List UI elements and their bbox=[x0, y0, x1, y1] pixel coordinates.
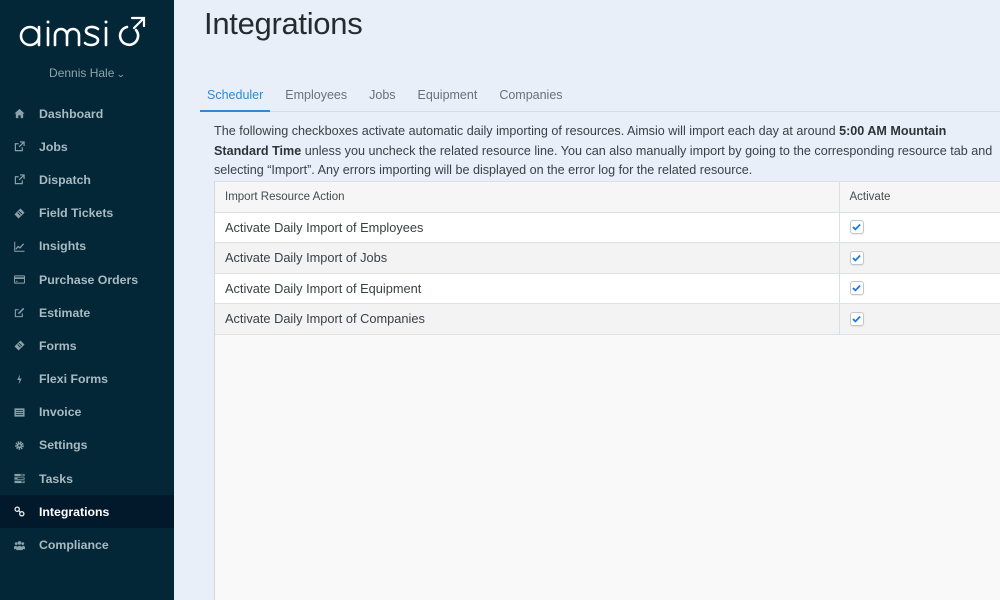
sidebar-item-label: Tasks bbox=[39, 471, 73, 486]
page-title: Integrations bbox=[204, 6, 363, 41]
line-chart-icon bbox=[12, 241, 26, 252]
home-icon bbox=[12, 108, 26, 119]
sidebar-item-label: Compliance bbox=[39, 538, 109, 553]
tab-bar: Scheduler Employees Jobs Equipment Compa… bbox=[200, 80, 1000, 112]
sidebar-item-purchase-orders[interactable]: Purchase Orders bbox=[0, 263, 174, 296]
aimsio-logo[interactable] bbox=[18, 14, 148, 50]
sidebar-item-label: Jobs bbox=[39, 139, 68, 154]
sidebar-item-flexi-forms[interactable]: Flexi Forms bbox=[0, 363, 174, 396]
sidebar-item-label: Settings bbox=[39, 438, 88, 453]
table-header-row: Import Resource Action Activate bbox=[215, 182, 1000, 213]
sidebar-item-insights[interactable]: Insights bbox=[0, 230, 174, 263]
column-header-activate: Activate bbox=[838, 182, 1000, 213]
ticket-icon bbox=[12, 340, 26, 351]
user-name: Dennis Hale bbox=[49, 66, 115, 80]
credit-card-icon bbox=[12, 274, 26, 285]
sidebar-item-label: Forms bbox=[39, 338, 77, 353]
users-icon bbox=[12, 540, 26, 551]
sidebar: Dennis Hale ⌄ Dashboard Jobs Dispatch Fie… bbox=[0, 0, 174, 600]
sidebar-item-jobs[interactable]: Jobs bbox=[0, 130, 174, 163]
checkmark-icon bbox=[852, 224, 861, 231]
sidebar-item-integrations[interactable]: Integrations bbox=[0, 495, 174, 529]
link-icon bbox=[12, 506, 26, 517]
description-text: unless you uncheck the related resource … bbox=[214, 143, 993, 178]
row-action: Activate Daily Import of Employees bbox=[215, 212, 839, 243]
table-row: Activate Daily Import of Equipment bbox=[215, 273, 1000, 304]
sidebar-item-label: Dispatch bbox=[39, 172, 91, 187]
sidebar-item-label: Integrations bbox=[39, 504, 110, 519]
external-link-icon bbox=[12, 141, 26, 152]
sidebar-item-field-tickets[interactable]: Field Tickets bbox=[0, 197, 174, 230]
row-action: Activate Daily Import of Companies bbox=[215, 303, 839, 335]
edit-icon bbox=[12, 307, 26, 318]
checkmark-icon bbox=[852, 315, 861, 323]
activate-checkbox-jobs[interactable] bbox=[849, 250, 864, 265]
tab-equipment[interactable]: Equipment bbox=[411, 80, 485, 112]
tasks-icon bbox=[12, 473, 26, 484]
tab-scheduler[interactable]: Scheduler bbox=[200, 80, 271, 112]
import-schedule-panel: Import Resource Action Activate Activate… bbox=[214, 181, 1000, 600]
sidebar-item-tasks[interactable]: Tasks bbox=[0, 462, 174, 495]
table-row: Activate Daily Import of Companies bbox=[215, 303, 1000, 335]
tab-employees[interactable]: Employees bbox=[278, 80, 354, 112]
sidebar-item-label: Invoice bbox=[39, 405, 82, 420]
tab-companies[interactable]: Companies bbox=[492, 80, 569, 112]
table-row: Activate Daily Import of Employees bbox=[215, 212, 1000, 243]
ticket-icon bbox=[12, 208, 26, 219]
sidebar-nav: Dashboard Jobs Dispatch Field Tickets In… bbox=[0, 97, 174, 562]
sidebar-item-label: Estimate bbox=[39, 305, 91, 320]
sidebar-item-settings[interactable]: Settings bbox=[0, 429, 174, 462]
row-action: Activate Daily Import of Equipment bbox=[215, 273, 839, 304]
user-menu[interactable]: Dennis Hale ⌄ bbox=[0, 66, 174, 80]
scheduler-description: The following checkboxes activate automa… bbox=[214, 122, 1000, 181]
sidebar-item-dashboard[interactable]: Dashboard bbox=[0, 97, 174, 130]
external-link-icon bbox=[12, 174, 26, 185]
sidebar-item-label: Flexi Forms bbox=[39, 372, 109, 387]
checkmark-icon bbox=[852, 285, 861, 292]
sidebar-item-invoice[interactable]: Invoice bbox=[0, 396, 174, 429]
chevron-down-icon: ⌄ bbox=[116, 69, 127, 79]
gear-icon bbox=[12, 440, 26, 451]
list-alt-icon bbox=[12, 407, 26, 418]
activate-checkbox-employees[interactable] bbox=[849, 220, 864, 235]
sidebar-item-label: Field Tickets bbox=[39, 206, 114, 221]
sidebar-item-forms[interactable]: Forms bbox=[0, 329, 174, 362]
tab-jobs[interactable]: Jobs bbox=[362, 80, 402, 112]
import-schedule-table: Import Resource Action Activate Activate… bbox=[215, 182, 1000, 335]
activate-checkbox-companies[interactable] bbox=[849, 311, 864, 326]
sidebar-item-label: Dashboard bbox=[39, 106, 104, 121]
sidebar-item-dispatch[interactable]: Dispatch bbox=[0, 163, 174, 196]
activate-checkbox-equipment[interactable] bbox=[849, 281, 864, 296]
sidebar-item-label: Insights bbox=[39, 239, 87, 254]
checkmark-icon bbox=[852, 254, 861, 262]
description-text: The following checkboxes activate automa… bbox=[214, 124, 840, 138]
sidebar-item-compliance[interactable]: Compliance bbox=[0, 528, 174, 561]
row-action: Activate Daily Import of Jobs bbox=[215, 242, 839, 274]
column-header-action: Import Resource Action bbox=[215, 182, 839, 213]
bolt-icon bbox=[12, 374, 26, 385]
sidebar-item-label: Purchase Orders bbox=[39, 272, 139, 287]
table-row: Activate Daily Import of Jobs bbox=[215, 242, 1000, 274]
sidebar-item-estimate[interactable]: Estimate bbox=[0, 296, 174, 329]
